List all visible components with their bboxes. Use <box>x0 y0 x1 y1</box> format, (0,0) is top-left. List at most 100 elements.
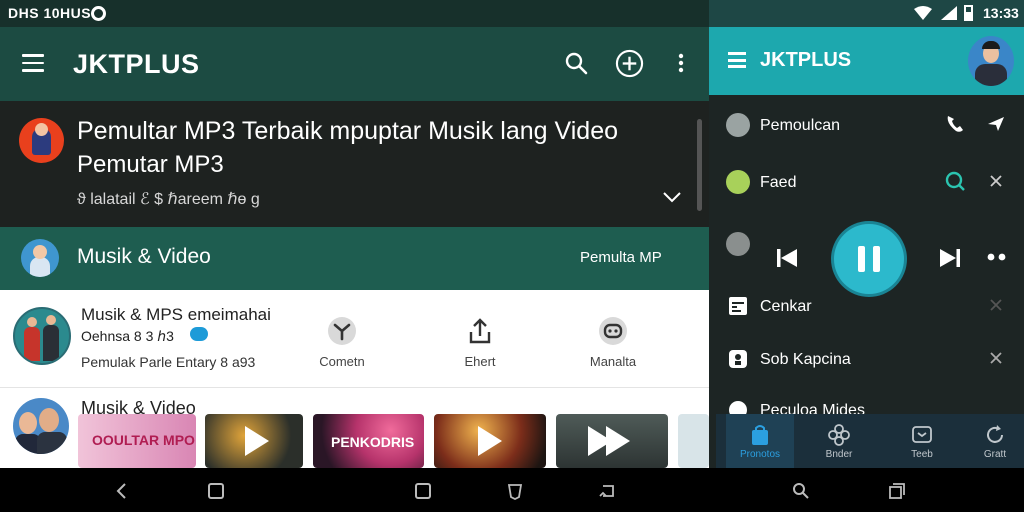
close-icon[interactable] <box>986 172 1006 190</box>
fast-forward-icon-part <box>606 426 630 456</box>
tab-pronotos[interactable]: Pronotos <box>726 414 794 468</box>
copy-icon[interactable] <box>888 482 906 500</box>
scrollbar[interactable] <box>697 119 702 211</box>
action-label: Cometn <box>319 354 365 369</box>
search-icon[interactable] <box>564 51 588 75</box>
drawer-item-label: Sob Kapcina <box>760 351 851 368</box>
tab-teeb[interactable]: Teeb <box>888 414 956 468</box>
flower-icon <box>828 424 850 446</box>
tab-label: Gratt <box>983 449 1007 460</box>
send-icon[interactable] <box>986 115 1006 133</box>
tab-label: Pronotos <box>739 449 781 460</box>
back-icon[interactable] <box>113 482 131 500</box>
skip-next-icon[interactable] <box>938 246 962 270</box>
action-cometn[interactable]: Cometn <box>302 316 382 369</box>
category-banner[interactable]: Musik & Video Pemulta MP <box>0 227 709 290</box>
battery-icon <box>964 5 973 21</box>
drawer-item-label: Faed <box>760 174 797 191</box>
chat-bubble-icon <box>190 327 208 341</box>
right-app-bar: JKTPLUS <box>709 27 1024 95</box>
left-status-bar: DHS 10HUS <box>0 0 709 27</box>
more-horiz-icon[interactable] <box>986 251 1008 263</box>
featured-card[interactable]: Pemultar MP3 Terbaik mpuptar Musik lang … <box>0 101 709 227</box>
menu-icon[interactable] <box>728 52 746 68</box>
filter-icon <box>328 317 356 345</box>
drawer-item-label: Pemoulcan <box>760 117 841 134</box>
share-icon <box>469 318 491 344</box>
item-avatar <box>726 232 750 256</box>
featured-meta: ϑ lalatail ℰ $ ℏareem ℏɵ ɡ <box>77 191 260 208</box>
bottom-tab-bar: Pronotos Bnder Teeb Gratt <box>716 414 1024 468</box>
close-icon[interactable] <box>986 349 1006 367</box>
video-thumbnail[interactable] <box>556 414 668 468</box>
lock-icon <box>729 350 747 368</box>
calendar-icon <box>729 297 747 315</box>
pause-button[interactable] <box>834 224 904 294</box>
app-title: JKTPLUS <box>73 49 200 79</box>
action-manalta[interactable]: Manalta <box>573 316 653 369</box>
chevron-down-icon[interactable] <box>662 191 682 203</box>
list-item-title: Musik & MPS emeimahai <box>81 305 271 324</box>
action-label: Ehert <box>464 354 496 369</box>
banner-right-text[interactable]: Pemulta MP <box>580 249 662 266</box>
drawer-item[interactable]: Pemoulcan <box>709 107 1024 147</box>
message-icon <box>599 317 627 345</box>
video-thumbnail[interactable] <box>434 414 546 468</box>
featured-subtitle: Pemutar MP3 <box>77 151 224 178</box>
right-status-bar: 13:33 <box>709 0 1024 27</box>
bag-icon <box>752 425 768 445</box>
tab-label: Teeb <box>911 449 933 460</box>
status-time: 13:33 <box>983 5 1019 21</box>
action-ehert[interactable]: Ehert <box>440 316 520 369</box>
item-avatar <box>726 113 750 137</box>
list-item[interactable]: Musik & MPS emeimahai Oehnsa 8 3 ℎ3 Pemu… <box>0 290 709 388</box>
banner-avatar <box>21 239 59 277</box>
more-vert-icon[interactable] <box>672 51 690 75</box>
search-icon[interactable] <box>792 482 810 500</box>
left-app-pane: DHS 10HUS JKTPLUS Pemultar MP3 Terbaik m… <box>0 0 709 468</box>
status-circle-icon <box>91 6 106 21</box>
item-avatar <box>726 170 750 194</box>
hamburger-menu-icon[interactable] <box>22 54 44 72</box>
channel-avatar <box>13 307 71 365</box>
user-avatar[interactable] <box>968 36 1014 86</box>
search-icon[interactable] <box>944 170 966 192</box>
right-app-pane: 13:33 JKTPLUS Pemoulcan Faed Cenkar Sob … <box>709 0 1024 468</box>
tab-gratt[interactable]: Gratt <box>961 414 1024 468</box>
right-app-title: JKTPLUS <box>760 49 852 71</box>
list-item[interactable]: Musik & Video OOULTAR MPO PENKODRIS <box>0 388 709 468</box>
channel-avatar <box>13 398 69 454</box>
play-icon <box>478 426 502 456</box>
tab-bnder[interactable]: Bnder <box>805 414 873 468</box>
video-thumbnail[interactable] <box>678 414 709 468</box>
status-text: DHS 10HUS <box>8 5 92 21</box>
drawer-item-label: Cenkar <box>760 298 812 315</box>
add-circle-icon[interactable] <box>615 49 644 78</box>
tv-icon <box>912 426 932 443</box>
play-icon <box>245 426 269 456</box>
tab-label: Bnder <box>825 449 853 460</box>
close-icon[interactable] <box>986 296 1006 314</box>
skip-previous-icon[interactable] <box>775 246 799 270</box>
action-label: Manalta <box>589 354 637 369</box>
signal-icon <box>941 6 957 20</box>
shield-icon[interactable] <box>506 482 524 500</box>
video-thumbnail[interactable] <box>205 414 303 468</box>
drawer-item[interactable]: Cenkar <box>709 288 1024 328</box>
drawer-item[interactable]: Sob Kapcina <box>709 341 1024 381</box>
rotate-icon[interactable] <box>599 482 617 500</box>
phone-icon[interactable] <box>944 113 966 135</box>
video-thumbnail[interactable]: OOULTAR MPO <box>78 414 196 468</box>
featured-title: Pemultar MP3 Terbaik mpuptar Musik lang … <box>77 117 619 145</box>
featured-avatar <box>19 118 64 163</box>
thumbnail-caption: OOULTAR MPO <box>92 432 195 448</box>
video-thumbnail[interactable]: PENKODRIS <box>313 414 424 468</box>
wifi-icon <box>914 6 932 20</box>
recents-icon[interactable] <box>414 482 432 500</box>
app-bar: JKTPLUS <box>0 27 709 101</box>
home-square-icon[interactable] <box>207 482 225 500</box>
refresh-icon <box>987 425 1003 443</box>
screen: DHS 10HUS JKTPLUS Pemultar MP3 Terbaik m… <box>0 0 1024 512</box>
drawer-item[interactable]: Faed <box>709 164 1024 204</box>
banner-label: Musik & Video <box>77 245 211 268</box>
